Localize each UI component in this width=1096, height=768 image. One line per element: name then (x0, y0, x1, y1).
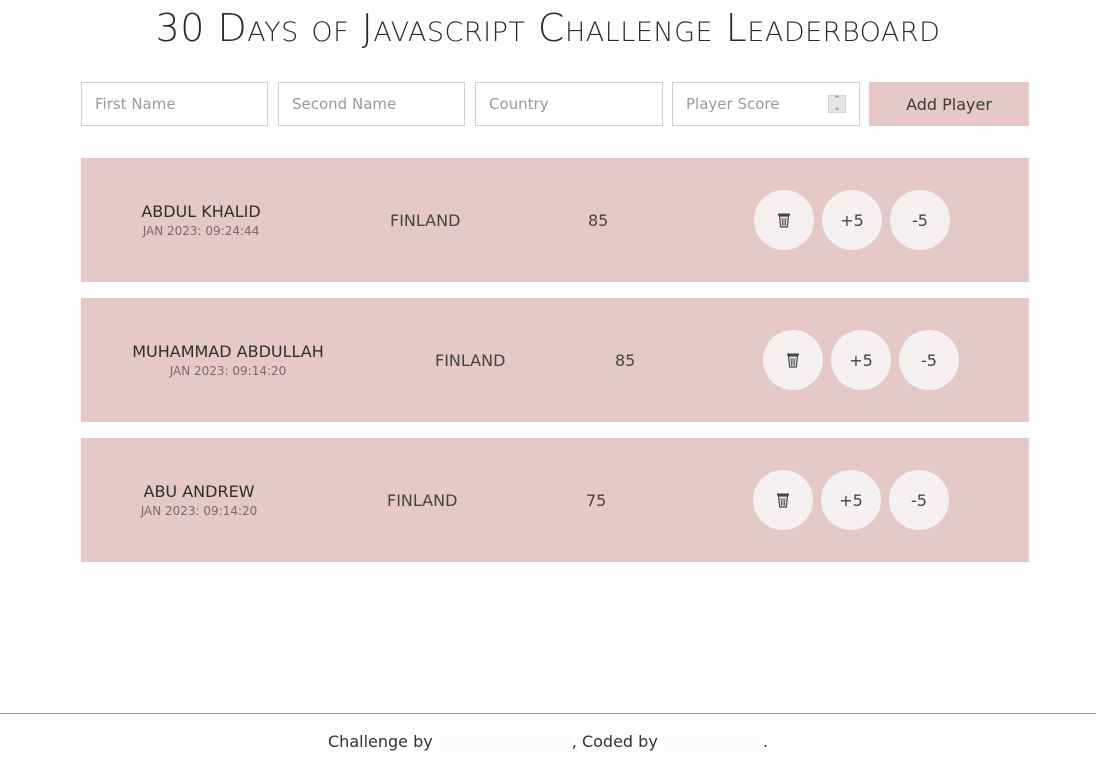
page-title: 30 Days of Javascript Challenge Leaderbo… (155, 6, 941, 50)
player-score: 85 (615, 351, 636, 370)
player-score: 85 (588, 211, 609, 230)
subtract-five-button[interactable]: -5 (890, 190, 950, 250)
add-player-button[interactable]: Add Player (869, 82, 1029, 126)
footer-credits: Challenge by , Coded by . (0, 732, 1096, 751)
second-name-input[interactable] (278, 82, 465, 126)
player-date: JAN 2023: 09:24:44 (142, 224, 260, 238)
challenge-author-link[interactable] (437, 734, 572, 751)
trash-icon (787, 353, 799, 368)
player-name: Abdul Khalid (141, 202, 261, 221)
player-date: JAN 2023: 09:14:20 (169, 364, 287, 378)
add-five-button[interactable]: +5 (822, 190, 882, 250)
player-row: Abu Andrew JAN 2023: 09:14:20 Finland 75… (81, 438, 1029, 562)
footer-period: . (762, 732, 768, 751)
trash-icon (778, 213, 790, 228)
delete-player-button[interactable] (753, 470, 813, 530)
add-five-button[interactable]: +5 (821, 470, 881, 530)
footer: Challenge by , Coded by . (0, 713, 1096, 768)
player-country: Finland (435, 351, 506, 370)
player-country: Finland (387, 491, 458, 510)
coded-by-label: , Coded by (571, 732, 658, 751)
subtract-five-button[interactable]: -5 (899, 330, 959, 390)
delete-player-button[interactable] (754, 190, 814, 250)
challenge-by-label: Challenge by (328, 732, 433, 751)
player-name: Abu Andrew (143, 482, 255, 501)
add-player-form: ⌃⌄ Add Player (81, 82, 1029, 126)
add-five-button[interactable]: +5 (831, 330, 891, 390)
player-country: Finland (390, 211, 461, 230)
player-name: Muhammad Abdullah (132, 342, 324, 361)
player-score: 75 (586, 491, 607, 510)
delete-player-button[interactable] (763, 330, 823, 390)
subtract-five-button[interactable]: -5 (889, 470, 949, 530)
page: 30 Days of Javascript Challenge Leaderbo… (0, 0, 1096, 768)
country-input[interactable] (475, 82, 663, 126)
player-row: Muhammad Abdullah JAN 2023: 09:14:20 Fin… (81, 298, 1029, 422)
trash-icon (777, 493, 789, 508)
player-row: Abdul Khalid JAN 2023: 09:24:44 Finland … (81, 158, 1029, 282)
first-name-input[interactable] (81, 82, 268, 126)
score-stepper-icon[interactable]: ⌃ ⌄ (828, 95, 846, 113)
coder-author-link[interactable] (662, 734, 763, 751)
player-date: JAN 2023: 09:14:20 (140, 504, 258, 518)
